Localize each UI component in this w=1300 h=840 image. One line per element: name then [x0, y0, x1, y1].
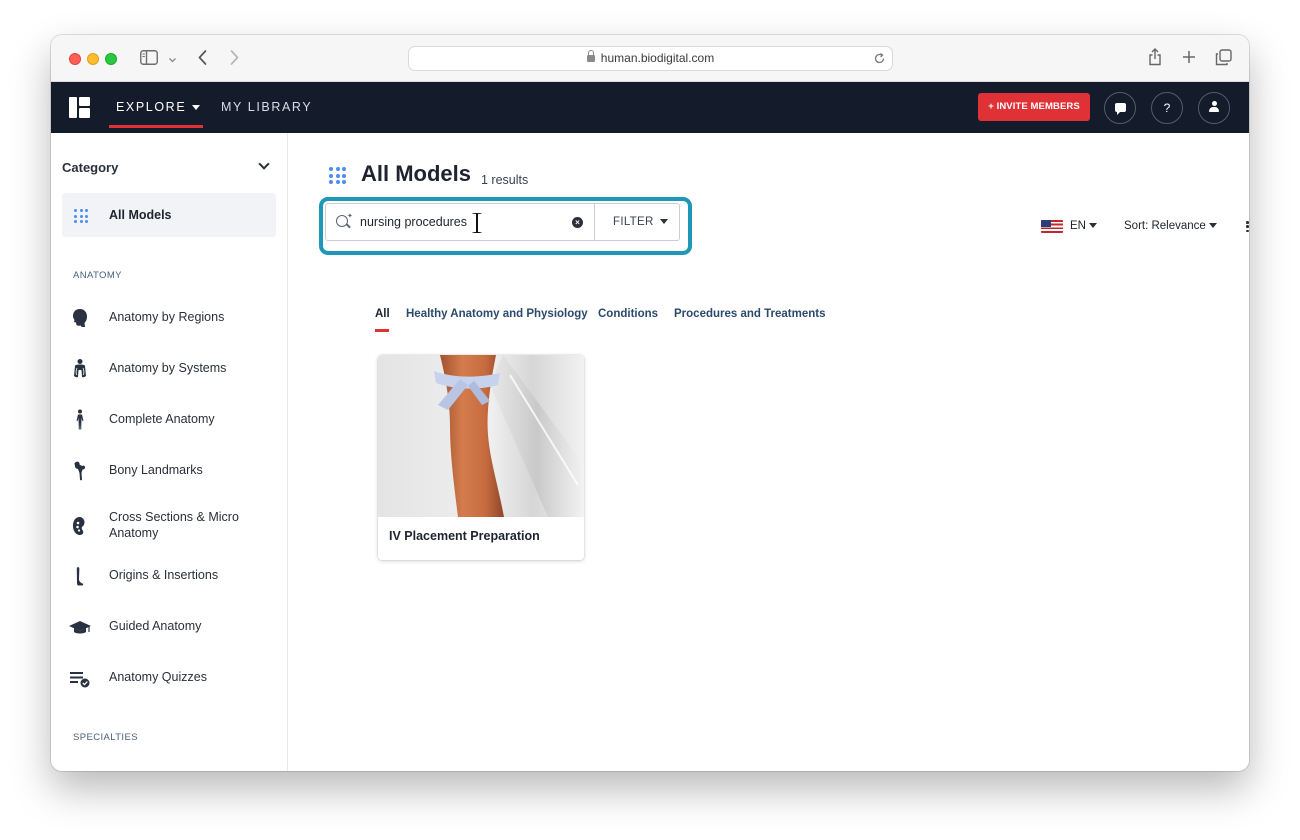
feedback-button[interactable] — [1104, 92, 1136, 124]
app-header: EXPLORE MY LIBRARY + INVITE MEMBERS ? — [51, 82, 1249, 133]
us-flag-icon[interactable] — [1041, 220, 1063, 233]
more-options-icon[interactable] — [1246, 221, 1249, 234]
nav-explore[interactable]: EXPLORE — [116, 100, 201, 114]
tab-overview-icon[interactable] — [1215, 49, 1232, 70]
model-thumbnail — [378, 355, 584, 517]
tab-healthy-anatomy[interactable]: Healthy Anatomy and Physiology — [406, 308, 588, 320]
grid-dots-icon — [329, 167, 346, 184]
sparkle-icon: ✦ — [347, 213, 353, 220]
graduation-cap-icon — [69, 616, 91, 638]
category-title: Category — [62, 160, 119, 175]
sidebar-item-label: Guided Anatomy — [109, 619, 202, 633]
page-title: All Models — [361, 161, 472, 186]
sidebar-item-anatomy-by-systems[interactable]: Anatomy by Systems — [62, 348, 276, 388]
biodigital-logo[interactable] — [69, 97, 90, 118]
nav-active-indicator — [109, 125, 203, 128]
zoom-window-button[interactable] — [105, 53, 117, 65]
nav-my-library[interactable]: MY LIBRARY — [221, 100, 312, 114]
sidebar-item-label: All Models — [109, 208, 172, 222]
sidebar-item-origins-insertions[interactable]: Origins & Insertions — [62, 555, 276, 595]
search-input[interactable] — [360, 213, 560, 231]
browser-window: human.biodigital.com EXPLORE MY LIBRARY … — [51, 35, 1249, 771]
tab-conditions[interactable]: Conditions — [598, 308, 658, 320]
sidebar-item-label: Bony Landmarks — [109, 463, 203, 477]
chat-icon — [1114, 103, 1126, 115]
category-sidebar: Category All Models ANATOMY Anatomy by R… — [51, 133, 288, 771]
language-label: EN — [1070, 220, 1086, 232]
model-card-title: IV Placement Preparation — [389, 529, 540, 543]
new-tab-icon[interactable] — [1182, 50, 1196, 68]
sidebar-item-anatomy-by-regions[interactable]: Anatomy by Regions — [62, 297, 276, 337]
caret-down-icon — [1208, 223, 1217, 228]
chevron-down-icon[interactable] — [168, 52, 177, 68]
sidebar-item-all-models[interactable]: All Models — [62, 193, 276, 237]
tab-procedures-treatments[interactable]: Procedures and Treatments — [674, 308, 825, 320]
help-button[interactable]: ? — [1151, 92, 1183, 124]
clear-search-icon[interactable]: × — [572, 217, 583, 228]
tab-active-indicator — [375, 329, 389, 332]
sidebar-item-label: Anatomy by Regions — [109, 310, 225, 324]
sort-label: Sort: Relevance — [1124, 220, 1206, 232]
close-window-button[interactable] — [69, 53, 81, 65]
main-content: All Models 1 results ✦ × FILTER EN Sort:… — [288, 133, 1249, 771]
account-button[interactable] — [1198, 92, 1230, 124]
sidebar-item-label: Cross Sections & Micro Anatomy — [109, 510, 239, 540]
kidney-section-icon — [69, 515, 91, 537]
url-text: human.biodigital.com — [600, 51, 715, 65]
sidebar-item-complete-anatomy[interactable]: Complete Anatomy — [62, 399, 276, 439]
caret-down-icon — [1088, 223, 1097, 228]
sidebar-item-label: Origins & Insertions — [109, 568, 219, 582]
caret-down-icon — [192, 105, 201, 110]
chevron-down-icon[interactable] — [258, 158, 270, 170]
language-select[interactable]: EN — [1070, 220, 1097, 232]
invite-members-button[interactable]: + INVITE MEMBERS — [978, 93, 1090, 121]
head-icon — [69, 307, 91, 329]
lock-icon — [586, 50, 595, 62]
sidebar-item-label: Anatomy Quizzes — [109, 670, 207, 684]
specialties-section-heading: SPECIALTIES — [73, 732, 138, 743]
back-icon[interactable] — [197, 49, 208, 70]
filter-button[interactable]: FILTER — [594, 203, 680, 241]
browser-toolbar: human.biodigital.com — [51, 35, 1249, 82]
user-icon — [1208, 101, 1220, 113]
grid-dots-icon — [74, 209, 88, 223]
quiz-list-icon — [69, 667, 91, 689]
text-cursor-icon — [472, 212, 482, 234]
sidebar-item-label: Anatomy by Systems — [109, 361, 227, 375]
muscle-icon — [69, 565, 91, 587]
search-box[interactable]: ✦ × — [325, 203, 595, 241]
sidebar-item-label: Complete Anatomy — [109, 412, 215, 426]
caret-down-icon — [659, 219, 668, 224]
human-figure-icon — [69, 409, 91, 431]
results-count: 1 results — [481, 173, 529, 187]
model-card[interactable]: IV Placement Preparation — [378, 355, 584, 560]
share-icon[interactable] — [1148, 47, 1162, 70]
address-bar[interactable]: human.biodigital.com — [408, 46, 893, 71]
bone-icon — [69, 460, 91, 482]
sidebar-item-bony-landmarks[interactable]: Bony Landmarks — [62, 450, 276, 490]
nav-explore-label: EXPLORE — [116, 100, 187, 114]
sidebar-item-guided-anatomy[interactable]: Guided Anatomy — [62, 606, 276, 646]
reload-icon[interactable] — [873, 47, 886, 70]
anatomy-section-heading: ANATOMY — [73, 270, 122, 281]
minimize-window-button[interactable] — [87, 53, 99, 65]
filter-label: FILTER — [613, 216, 654, 228]
lungs-body-icon — [69, 358, 91, 380]
sidebar-item-cross-sections[interactable]: Cross Sections & Micro Anatomy — [62, 501, 276, 553]
sort-select[interactable]: Sort: Relevance — [1124, 220, 1217, 232]
forward-icon[interactable] — [229, 49, 240, 70]
sidebar-item-anatomy-quizzes[interactable]: Anatomy Quizzes — [62, 657, 276, 697]
tab-all[interactable]: All — [375, 308, 390, 320]
sidebar-toggle-icon[interactable] — [140, 50, 158, 69]
